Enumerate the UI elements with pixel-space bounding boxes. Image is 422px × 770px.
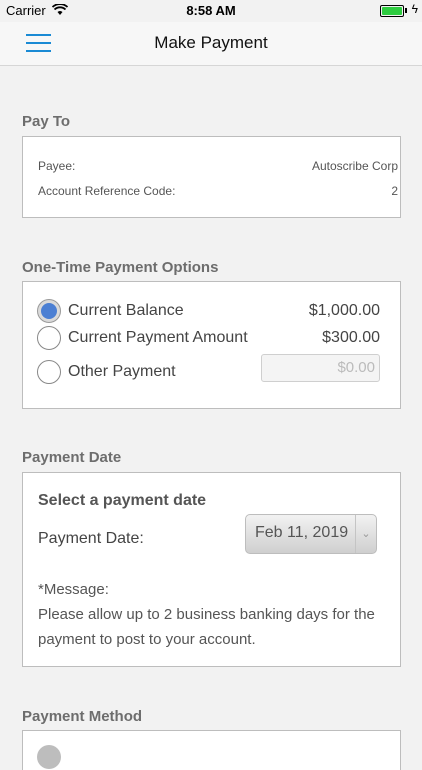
option-other-payment[interactable]: Other Payment $0.00 xyxy=(37,354,380,386)
status-bar: Carrier 8:58 AM ϟ xyxy=(0,0,422,22)
message-title: *Message: xyxy=(38,581,109,598)
status-time: 8:58 AM xyxy=(186,3,236,18)
radio-unselected[interactable] xyxy=(37,360,61,384)
payment-method-card xyxy=(22,730,401,770)
page-title: Make Payment xyxy=(154,33,268,52)
pay-to-title: Pay To xyxy=(22,113,71,130)
navigation-bar: Make Payment xyxy=(0,22,422,66)
other-payment-input[interactable]: $0.00 xyxy=(261,354,380,382)
payment-message: *Message: Please allow up to 2 business … xyxy=(38,577,386,652)
radio-selected[interactable] xyxy=(37,299,61,323)
pay-to-card: Payee: Autoscribe Corp Account Reference… xyxy=(22,136,401,218)
payee-value: Autoscribe Corp xyxy=(311,159,398,173)
charging-bolt-icon: ϟ xyxy=(411,2,418,16)
option-label: Current Balance xyxy=(68,302,184,319)
message-text: Please allow up to 2 business banking da… xyxy=(38,606,375,648)
option-current-balance[interactable]: Current Balance $1,000.00 xyxy=(37,299,380,325)
option-amount: $300.00 xyxy=(322,329,380,346)
select-date-heading: Select a payment date xyxy=(38,492,207,509)
radio-unselected[interactable] xyxy=(37,326,61,350)
option-label: Other Payment xyxy=(68,363,176,380)
payment-date-label: Payment Date: xyxy=(38,530,144,547)
payment-date-card: Select a payment date Payment Date: Feb … xyxy=(22,472,401,667)
battery-tip xyxy=(405,8,407,13)
chevron-down-icon: ⌄ xyxy=(355,515,376,553)
payment-method-title: Payment Method xyxy=(22,708,143,725)
option-current-payment-amount[interactable]: Current Payment Amount $300.00 xyxy=(37,326,380,352)
payment-options-title: One-Time Payment Options xyxy=(22,259,219,276)
payee-row: Payee: Autoscribe Corp xyxy=(38,159,398,173)
account-reference-value: 2 xyxy=(391,184,398,198)
payment-options-card: Current Balance $1,000.00 Current Paymen… xyxy=(22,281,401,409)
payment-date-value: Feb 11, 2019 xyxy=(255,524,349,541)
payment-date-title: Payment Date xyxy=(22,449,122,466)
payment-date-select[interactable]: Feb 11, 2019 ⌄ xyxy=(245,514,377,554)
account-reference-label: Account Reference Code: xyxy=(38,184,176,198)
option-amount: $1,000.00 xyxy=(308,302,380,319)
option-label: Current Payment Amount xyxy=(68,329,248,346)
payee-label: Payee: xyxy=(38,159,76,173)
battery-icon xyxy=(380,5,404,17)
account-reference-row: Account Reference Code: 2 xyxy=(38,184,398,198)
radio-unselected[interactable] xyxy=(37,745,61,769)
